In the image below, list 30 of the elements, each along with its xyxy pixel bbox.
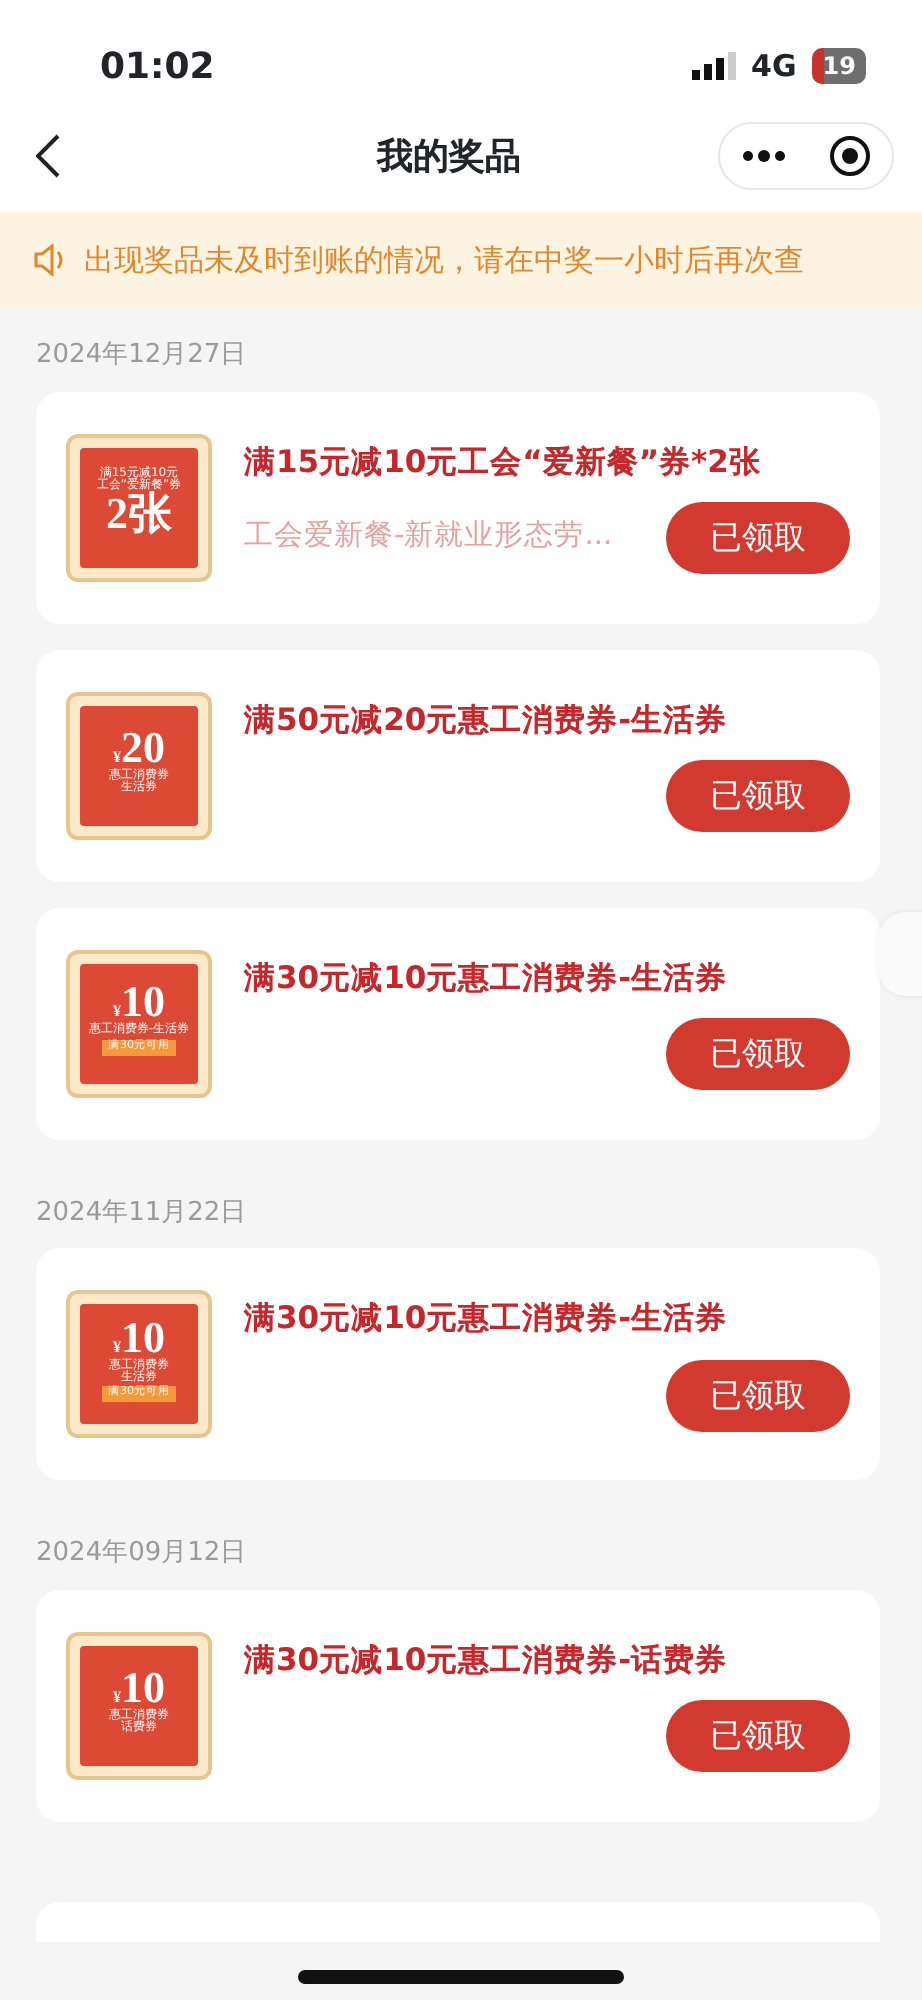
prize-description: 工会爱新餐-新就业形态劳... — [244, 517, 613, 557]
currency-sign: ¥ — [113, 1337, 121, 1356]
date-label: 2024年12月27日 — [34, 338, 249, 374]
prize-title: 满30元减10元惠工消费券-话费券 — [244, 1639, 730, 1682]
prize-title: 满30元减10元惠工消费券-生活券 — [244, 1298, 730, 1341]
prize-title: 满50元减20元惠工消费券-生活券 — [244, 699, 730, 742]
claimed-button[interactable]: 已领取 — [666, 1700, 850, 1773]
speaker-icon — [32, 244, 68, 276]
back-icon[interactable] — [36, 134, 60, 178]
currency-sign: ¥ — [113, 1687, 121, 1706]
status-time: 01:02 — [100, 43, 215, 91]
capsule-menu[interactable] — [718, 122, 894, 190]
ticket-amount: 2张 — [106, 492, 172, 537]
prize-title: 满15元减10元工会“爱新餐”券*2张 — [244, 441, 763, 484]
claimed-button[interactable]: 已领取 — [666, 1359, 850, 1432]
signal-icon — [691, 52, 736, 80]
prize-title: 满30元减10元惠工消费券-生活券 — [244, 957, 730, 1000]
battery-indicator: 19 — [812, 48, 866, 84]
claimed-button[interactable]: 已领取 — [666, 502, 850, 575]
page-title: 我的奖品 — [377, 133, 521, 181]
currency-sign: ¥ — [113, 1002, 121, 1021]
notice-text: 出现奖品未及时到账的情况，请在中奖一小时后再次查 — [84, 239, 804, 282]
network-label: 4G — [751, 45, 797, 88]
currency-sign: ¥ — [113, 747, 121, 766]
claimed-button[interactable]: 已领取 — [666, 1018, 850, 1091]
date-label: 2024年09月12日 — [34, 1536, 249, 1572]
close-icon[interactable] — [827, 134, 871, 178]
more-icon[interactable] — [741, 150, 785, 162]
date-label: 2024年11月22日 — [34, 1195, 249, 1231]
claimed-button[interactable]: 已领取 — [666, 760, 850, 833]
